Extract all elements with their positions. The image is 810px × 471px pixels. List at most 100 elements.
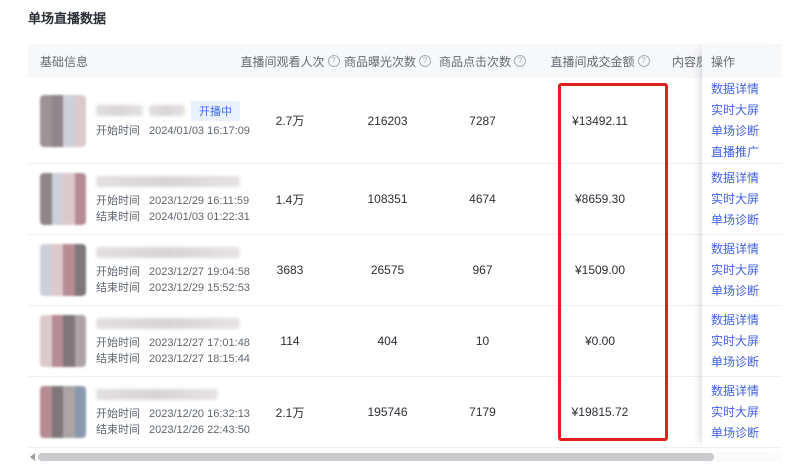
time-value: 2024/01/03 16:17:09 bbox=[149, 125, 250, 137]
clicks-cell: 7287 bbox=[435, 114, 530, 128]
time-value: 2023/12/26 22:43:50 bbox=[149, 424, 250, 436]
exposures-cell: 108351 bbox=[340, 192, 435, 206]
clicks-cell: 10 bbox=[435, 334, 530, 348]
row-actions: 数据详情实时大屏单场诊断 bbox=[702, 377, 782, 448]
action-realtime-screen[interactable]: 实时大屏 bbox=[711, 261, 782, 280]
stream-times: 开始时间2023/12/29 16:11:59结束时间2024/01/03 01… bbox=[96, 193, 240, 225]
stream-meta: 开播中 开始时间2024/01/03 16:17:09 bbox=[96, 103, 240, 139]
action-realtime-screen[interactable]: 实时大屏 bbox=[711, 190, 782, 209]
gmv-cell: ¥13492.11 bbox=[530, 114, 670, 128]
exposures-cell: 216203 bbox=[340, 114, 435, 128]
col-header-label: 商品点击次数 bbox=[439, 53, 511, 70]
action-session-diagnosis[interactable]: 单场诊断 bbox=[711, 211, 782, 230]
time-line: 结束时间2023/12/27 18:15:44 bbox=[96, 351, 240, 367]
clicks-cell: 967 bbox=[435, 263, 530, 277]
time-label: 开始时间 bbox=[96, 195, 140, 207]
info-icon[interactable]: ? bbox=[638, 55, 650, 67]
gmv-cell: ¥0.00 bbox=[530, 334, 670, 348]
exposures-cell: 404 bbox=[340, 334, 435, 348]
stream-title-line bbox=[96, 173, 240, 189]
stream-times: 开始时间2023/12/20 16:32:13结束时间2023/12/26 22… bbox=[96, 406, 240, 438]
time-label: 结束时间 bbox=[96, 424, 140, 436]
basic-info-cell: 开始时间2023/12/20 16:32:13结束时间2023/12/26 22… bbox=[28, 386, 240, 438]
live-status-badge: 开播中 bbox=[191, 101, 240, 121]
action-session-diagnosis[interactable]: 单场诊断 bbox=[711, 282, 782, 301]
basic-info-cell: 开始时间2023/12/27 17:01:48结束时间2023/12/27 18… bbox=[28, 315, 240, 367]
action-data-details[interactable]: 数据详情 bbox=[711, 382, 782, 401]
time-value: 2023/12/29 16:11:59 bbox=[149, 195, 249, 207]
col-header-gmv: 直播间成交金额 ? bbox=[530, 53, 670, 70]
basic-info-cell: 开播中 开始时间2024/01/03 16:17:09 bbox=[28, 95, 240, 147]
table-row: 开始时间2023/12/29 16:11:59结束时间2024/01/03 01… bbox=[28, 164, 782, 235]
action-realtime-screen[interactable]: 实时大屏 bbox=[711, 101, 782, 120]
scrollbar-thumb[interactable] bbox=[38, 453, 714, 461]
time-line: 开始时间2023/12/27 19:04:58 bbox=[96, 264, 240, 280]
col-header-label: 直播间成交金额 bbox=[550, 53, 634, 70]
action-realtime-screen[interactable]: 实时大屏 bbox=[711, 403, 782, 422]
viewers-cell: 2.1万 bbox=[240, 404, 340, 421]
time-value: 2024/01/03 01:22:31 bbox=[149, 211, 250, 223]
clicks-cell: 4674 bbox=[435, 192, 530, 206]
blurred-stream-title bbox=[96, 318, 240, 329]
info-icon[interactable]: ? bbox=[514, 55, 526, 67]
blurred-stream-title bbox=[96, 176, 240, 187]
time-line: 开始时间2023/12/29 16:11:59 bbox=[96, 193, 240, 209]
viewers-cell: 114 bbox=[240, 334, 340, 348]
stream-thumbnail bbox=[40, 95, 86, 147]
table-header: 基础信息 直播间观看人次 ? 商品曝光次数 ? 商品点击次数 ? 直播间成交金额… bbox=[28, 44, 782, 78]
action-session-diagnosis[interactable]: 单场诊断 bbox=[711, 353, 782, 372]
stream-title-line bbox=[96, 315, 240, 331]
col-header-product-clicks: 商品点击次数 ? bbox=[435, 53, 530, 70]
stream-title-line bbox=[96, 244, 240, 260]
fixed-actions-column: 操作 数据详情实时大屏单场诊断直播推广数据详情实时大屏单场诊断数据详情实时大屏单… bbox=[702, 44, 782, 448]
stream-times: 开始时间2023/12/27 17:01:48结束时间2023/12/27 18… bbox=[96, 335, 240, 367]
scrollbar-left-arrow-icon[interactable] bbox=[28, 452, 36, 462]
time-line: 开始时间2024/01/03 16:17:09 bbox=[96, 123, 240, 139]
action-live-promotion[interactable]: 直播推广 bbox=[711, 143, 782, 162]
time-label: 开始时间 bbox=[96, 125, 140, 137]
info-icon[interactable]: ? bbox=[328, 55, 340, 67]
time-value: 2023/12/29 15:52:53 bbox=[149, 282, 250, 294]
time-label: 开始时间 bbox=[96, 337, 140, 349]
viewers-cell: 3683 bbox=[240, 263, 340, 277]
action-data-details[interactable]: 数据详情 bbox=[711, 240, 782, 259]
col-header-product-exposures: 商品曝光次数 ? bbox=[340, 53, 435, 70]
action-session-diagnosis[interactable]: 单场诊断 bbox=[711, 122, 782, 141]
row-actions: 数据详情实时大屏单场诊断 bbox=[702, 164, 782, 235]
exposures-cell: 26575 bbox=[340, 263, 435, 277]
action-realtime-screen[interactable]: 实时大屏 bbox=[711, 332, 782, 351]
basic-info-cell: 开始时间2023/12/27 19:04:58结束时间2023/12/29 15… bbox=[28, 244, 240, 296]
row-actions: 数据详情实时大屏单场诊断 bbox=[702, 306, 782, 377]
table-body: 开播中 开始时间2024/01/03 16:17:09 2.7万 216203 … bbox=[28, 78, 782, 448]
time-line: 开始时间2023/12/20 16:32:13 bbox=[96, 406, 240, 422]
action-data-details[interactable]: 数据详情 bbox=[711, 311, 782, 330]
horizontal-scrollbar[interactable] bbox=[28, 452, 782, 462]
time-line: 结束时间2023/12/29 15:52:53 bbox=[96, 280, 240, 296]
viewers-cell: 2.7万 bbox=[240, 112, 340, 129]
time-label: 结束时间 bbox=[96, 353, 140, 365]
col-header-basic-info: 基础信息 bbox=[28, 53, 240, 70]
stream-meta: 开始时间2023/12/29 16:11:59结束时间2024/01/03 01… bbox=[96, 173, 240, 225]
stream-thumbnail bbox=[40, 386, 86, 438]
stream-thumbnail bbox=[40, 315, 86, 367]
col-header-viewers: 直播间观看人次 ? bbox=[240, 53, 340, 70]
table-row: 开始时间2023/12/27 17:01:48结束时间2023/12/27 18… bbox=[28, 306, 782, 377]
time-value: 2023/12/27 18:15:44 bbox=[149, 353, 250, 365]
viewers-cell: 1.4万 bbox=[240, 191, 340, 208]
live-data-page: 单场直播数据 基础信息 直播间观看人次 ? 商品曝光次数 ? 商品点击次数 ? … bbox=[0, 0, 810, 471]
row-actions: 数据详情实时大屏单场诊断直播推广 bbox=[702, 78, 782, 164]
table-row: 开始时间2023/12/27 19:04:58结束时间2023/12/29 15… bbox=[28, 235, 782, 306]
blurred-stream-title bbox=[96, 389, 218, 400]
blurred-stream-title bbox=[96, 247, 240, 258]
time-value: 2023/12/27 19:04:58 bbox=[149, 266, 250, 278]
action-data-details[interactable]: 数据详情 bbox=[711, 80, 782, 99]
info-icon[interactable]: ? bbox=[419, 55, 431, 67]
stream-meta: 开始时间2023/12/20 16:32:13结束时间2023/12/26 22… bbox=[96, 386, 240, 438]
action-data-details[interactable]: 数据详情 bbox=[711, 169, 782, 188]
page-title: 单场直播数据 bbox=[28, 8, 106, 27]
gmv-cell: ¥1509.00 bbox=[530, 263, 670, 277]
stream-title-line: 开播中 bbox=[96, 103, 240, 119]
action-session-diagnosis[interactable]: 单场诊断 bbox=[711, 424, 782, 443]
col-header-label: 基础信息 bbox=[40, 53, 88, 70]
stream-meta: 开始时间2023/12/27 19:04:58结束时间2023/12/29 15… bbox=[96, 244, 240, 296]
